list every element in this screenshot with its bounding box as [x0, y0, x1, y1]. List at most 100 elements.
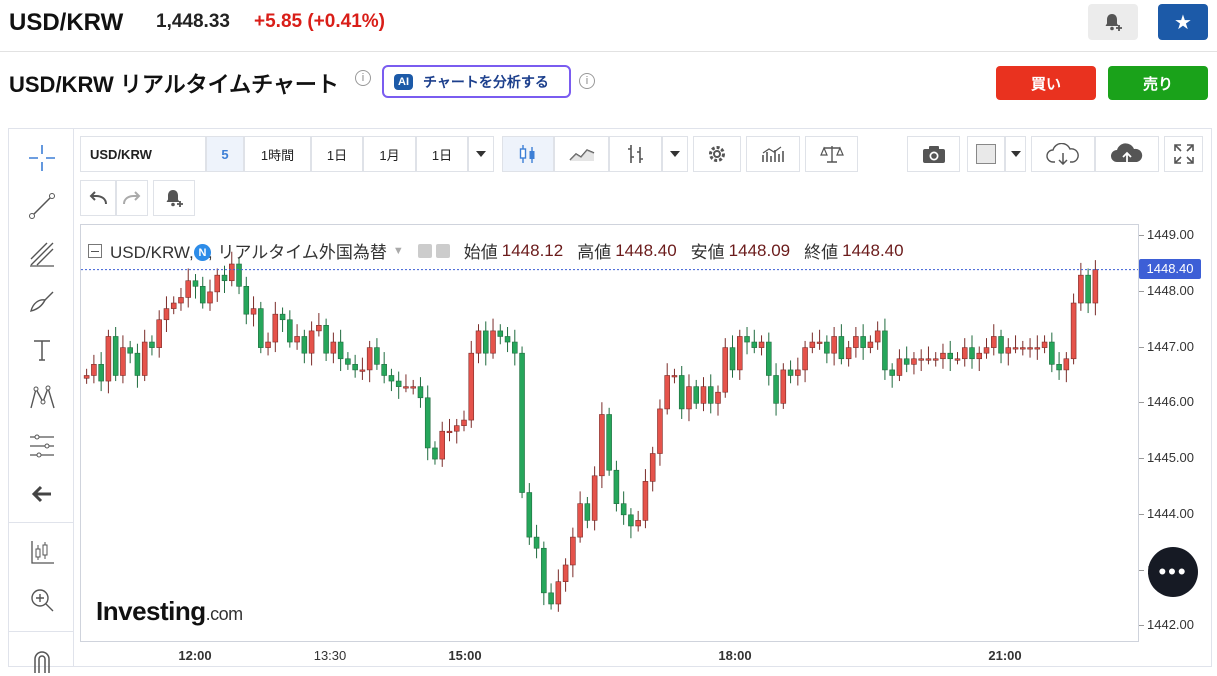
candle	[1041, 341, 1048, 348]
y-tick-label: 1445.00	[1147, 450, 1194, 466]
undo-icon	[89, 191, 107, 205]
redo-button[interactable]	[116, 180, 148, 216]
candle	[366, 347, 373, 371]
range-button-1d-alt[interactable]: 1日	[416, 136, 468, 172]
trend-line-icon[interactable]	[26, 190, 58, 222]
candle	[838, 336, 845, 360]
interval-button[interactable]: 5	[206, 136, 244, 172]
y-tick	[1139, 235, 1144, 237]
candle	[395, 380, 402, 387]
high-label: 高値	[577, 243, 612, 262]
candle	[149, 341, 155, 348]
color-dropdown[interactable]	[1005, 136, 1026, 172]
candle	[991, 336, 997, 348]
top-bar: USD/KRW 1,448.33 +5.85 (+0.41%) ★	[0, 0, 1217, 52]
screenshot-button[interactable]	[907, 136, 960, 172]
range-button-1m[interactable]: 1月	[363, 136, 416, 172]
candle	[918, 358, 924, 361]
candle	[635, 520, 641, 527]
bar-type-button[interactable]	[609, 136, 662, 172]
candle	[170, 302, 177, 309]
candle	[889, 369, 895, 376]
candle	[758, 341, 765, 348]
line-type-button[interactable]	[554, 136, 609, 172]
pattern-icon[interactable]	[26, 382, 58, 414]
candle	[707, 386, 714, 404]
sell-button[interactable]: 売り	[1108, 66, 1208, 100]
candle	[221, 274, 228, 282]
chart-alert-button[interactable]	[153, 180, 195, 216]
candle-type-button[interactable]	[502, 136, 554, 172]
cloud-download-button[interactable]	[1031, 136, 1095, 172]
range-button-1h[interactable]: 1時間	[244, 136, 311, 172]
legend-dropdown-icon[interactable]: ▼	[393, 245, 404, 257]
settings-small-icon[interactable]	[435, 243, 450, 258]
time-axis[interactable]: 12:00 13:30 15:00 18:00 21:00	[80, 642, 1139, 667]
indicators-icon[interactable]	[26, 536, 58, 568]
compare-button[interactable]	[805, 136, 858, 172]
candle	[294, 336, 300, 343]
ohlc-bar-icon	[627, 145, 643, 163]
candle	[584, 503, 591, 521]
candle	[432, 447, 438, 460]
candle	[483, 330, 489, 354]
watchlist-star-button[interactable]: ★	[1158, 4, 1208, 40]
ai-info-icon[interactable]: i	[579, 73, 595, 89]
chart-plot-area[interactable]	[80, 224, 1139, 642]
candle	[693, 386, 699, 404]
candle	[120, 347, 126, 376]
chart-type-dropdown[interactable]	[662, 136, 688, 172]
buy-button[interactable]: 買い	[996, 66, 1096, 100]
candle	[911, 358, 917, 365]
candle	[802, 347, 808, 371]
cloud-upload-button[interactable]	[1095, 136, 1159, 172]
brush-icon[interactable]	[26, 286, 58, 318]
info-icon[interactable]: i	[355, 70, 371, 86]
crosshair-icon[interactable]	[26, 142, 58, 174]
change-pct: (+0.41%)	[307, 11, 385, 32]
candle	[439, 430, 445, 460]
zoom-in-icon[interactable]	[26, 584, 58, 616]
candle	[715, 391, 721, 404]
news-badge[interactable]: N	[194, 244, 211, 261]
gear-icon	[709, 146, 725, 162]
fib-tool-icon[interactable]	[26, 238, 58, 270]
indicators-button[interactable]	[746, 136, 800, 172]
y-tick-label: 1448.00	[1147, 282, 1194, 298]
candle	[780, 369, 787, 404]
y-tick-label: 1449.00	[1147, 227, 1194, 243]
redo-icon	[123, 191, 141, 205]
measure-icon[interactable]	[26, 430, 58, 462]
y-tick	[1139, 402, 1144, 404]
candle	[519, 352, 525, 493]
chevron-down-icon	[476, 151, 486, 157]
settings-button[interactable]	[693, 136, 741, 172]
candle	[577, 503, 583, 538]
eye-icon[interactable]	[417, 243, 432, 258]
color-picker-button[interactable]	[967, 136, 1005, 172]
ai-analyze-button[interactable]: AI チャートを分析する	[382, 65, 571, 98]
symbol-search[interactable]: USD/KRW	[80, 136, 206, 172]
undo-button[interactable]	[80, 180, 116, 216]
candle	[192, 280, 199, 287]
candle	[1092, 269, 1099, 304]
y-tick	[1139, 569, 1144, 571]
candle	[112, 336, 119, 376]
fullscreen-button[interactable]	[1164, 136, 1203, 172]
y-tick	[1139, 290, 1144, 292]
collapse-icon[interactable]	[88, 243, 102, 258]
candle	[446, 430, 453, 434]
back-arrow-icon[interactable]	[26, 478, 58, 510]
text-tool-icon[interactable]	[26, 334, 58, 366]
range-button-1d[interactable]: 1日	[311, 136, 363, 172]
candle	[134, 352, 141, 376]
candle	[105, 336, 112, 382]
page-title: USD/KRW リアルタイムチャート	[9, 72, 339, 97]
add-alert-button[interactable]	[1088, 4, 1138, 40]
y-tick-label: 1444.00	[1147, 505, 1194, 521]
low-label: 安値	[690, 243, 725, 262]
range-dropdown[interactable]	[468, 136, 494, 172]
candle	[824, 341, 830, 354]
magnet-icon[interactable]	[26, 644, 58, 676]
more-options-button[interactable]: •••	[1148, 547, 1198, 597]
